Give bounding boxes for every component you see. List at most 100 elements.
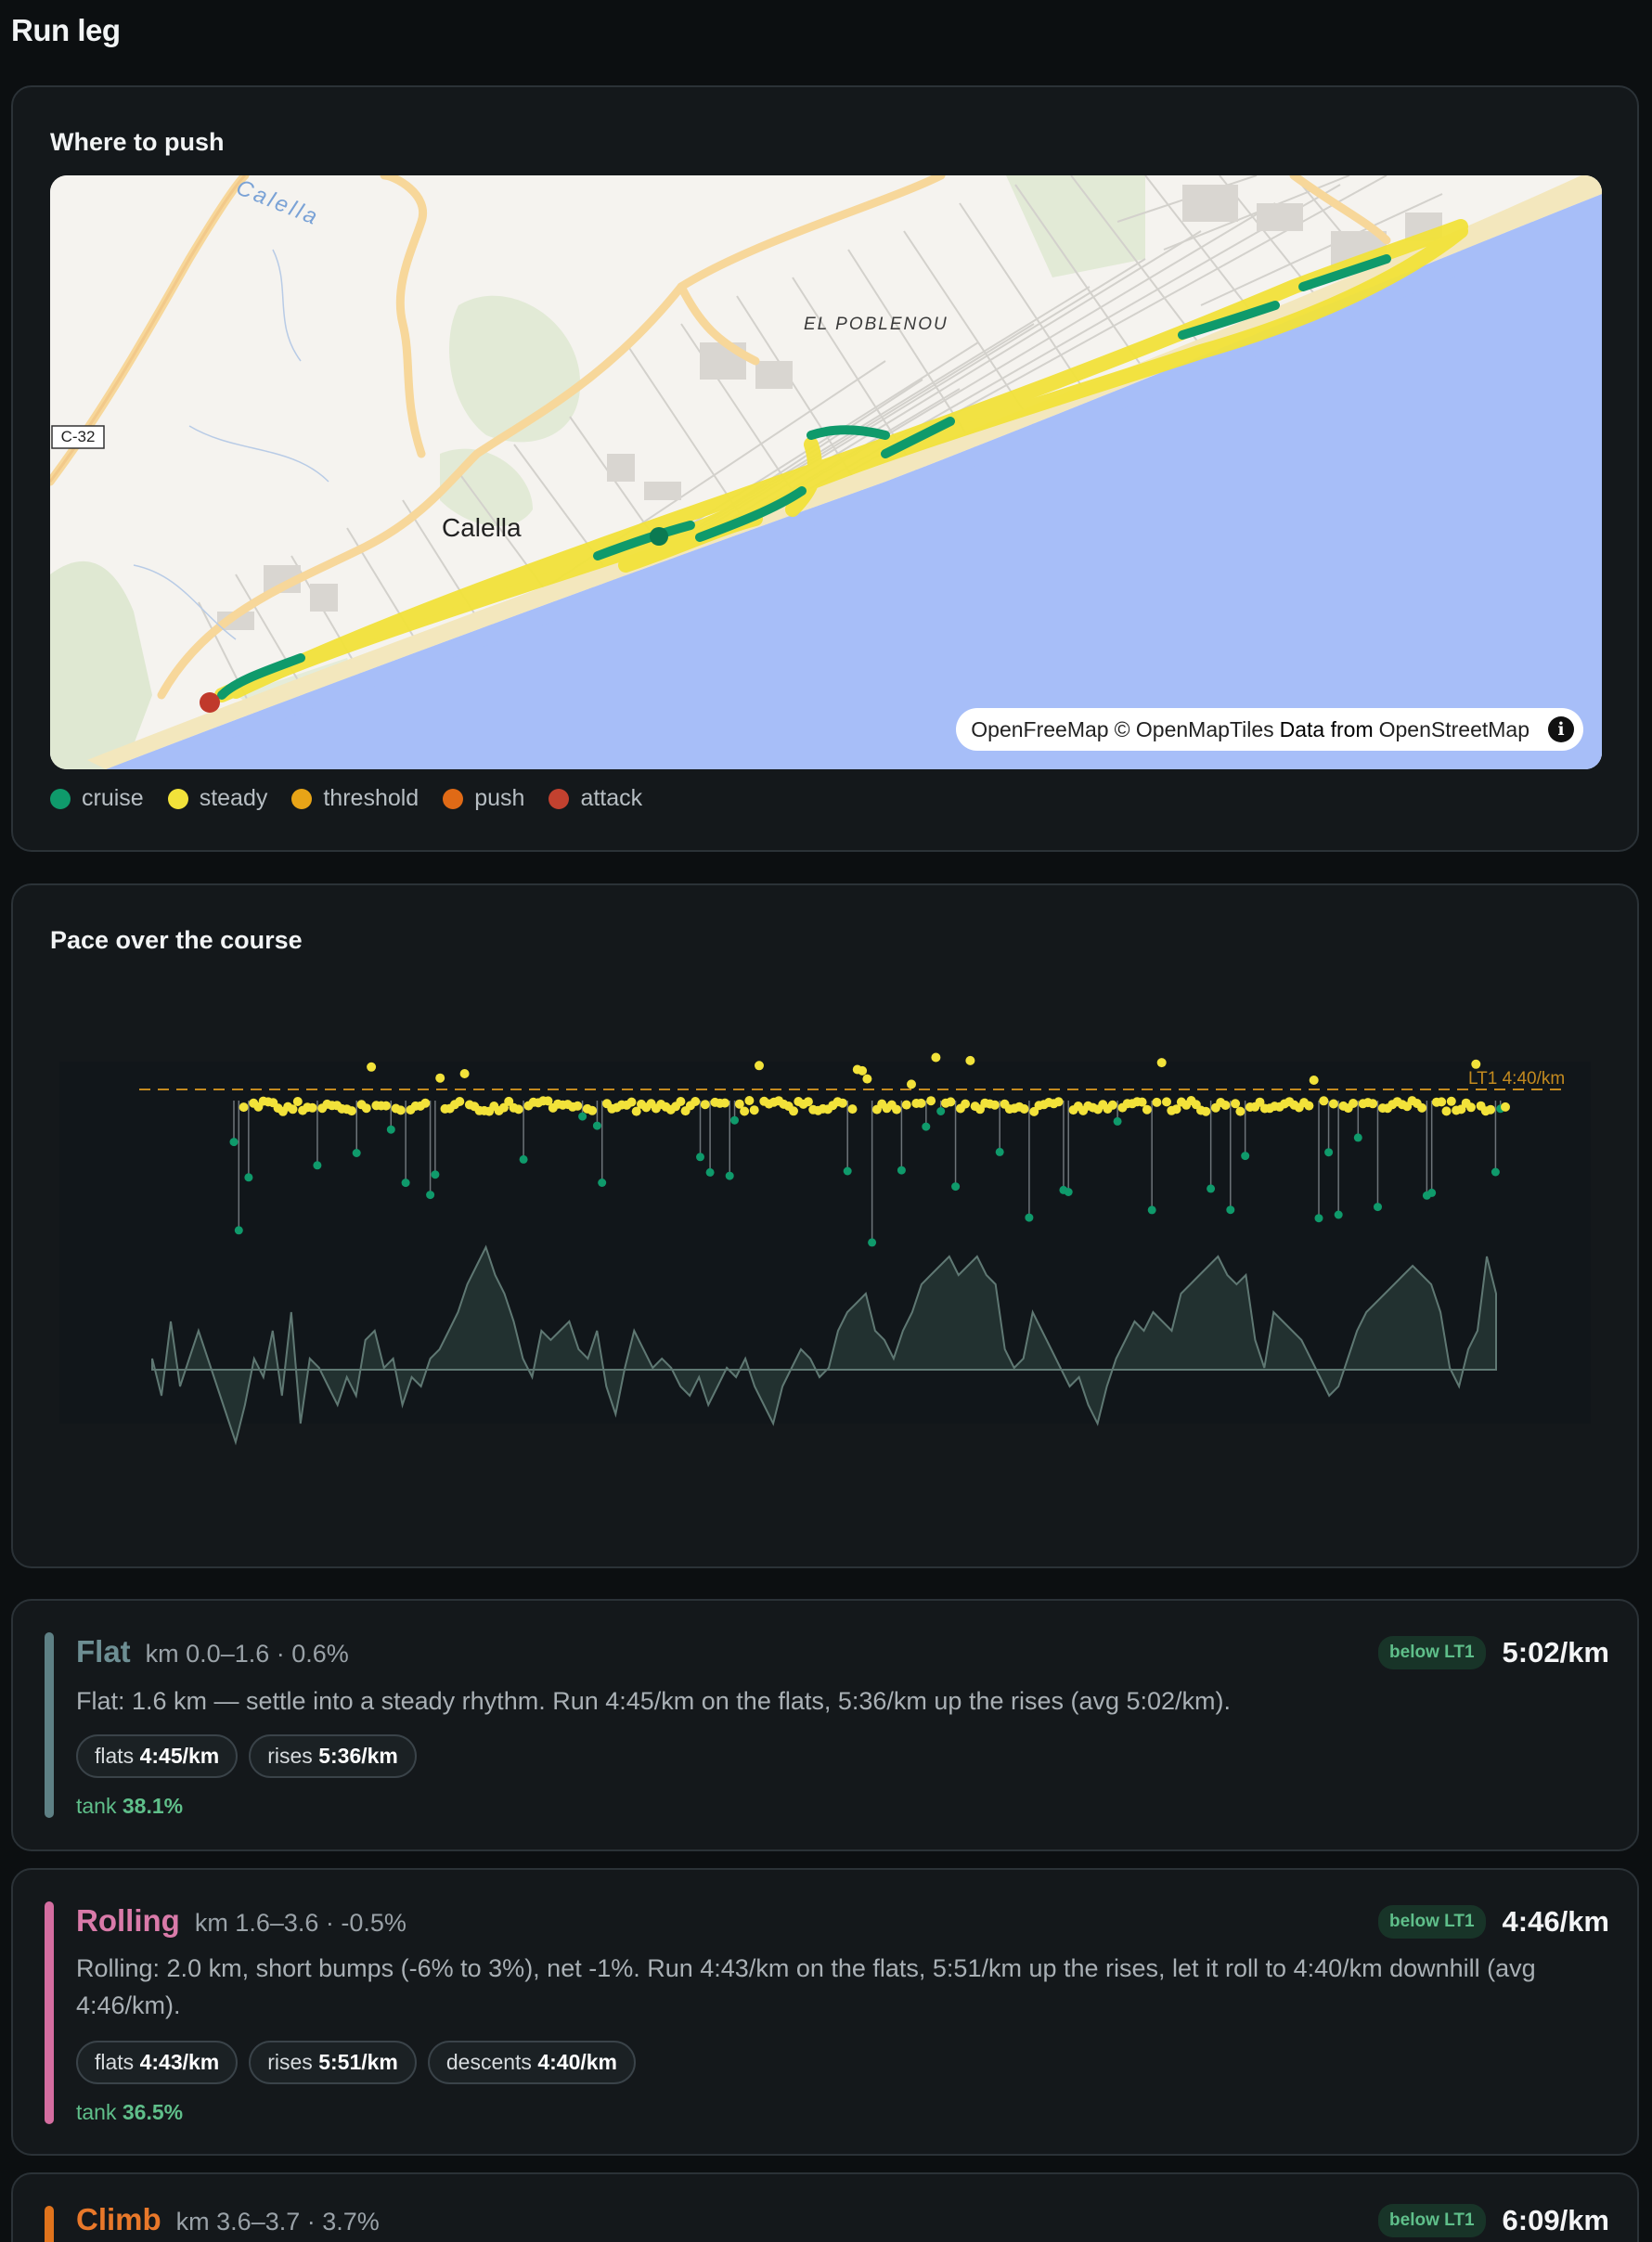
pace-dot <box>386 1125 395 1134</box>
tank-readout: tank 36.5% <box>76 2100 183 2125</box>
pace-dot <box>1201 1106 1211 1116</box>
pace-dot <box>1349 1099 1358 1108</box>
segment-card-climb[interactable]: Climb km 3.6–3.7 · 3.7% below LT1 6:09/k… <box>11 2172 1639 2242</box>
segment-name: Rolling <box>76 1903 180 1938</box>
pace-dot <box>1328 1099 1338 1109</box>
pace-dot <box>1107 1100 1117 1110</box>
segment-header: Flat km 0.0–1.6 · 0.6% <box>76 1634 349 1669</box>
pace-dot <box>598 1179 607 1187</box>
segment-summary: below LT1 6:09/km <box>1378 2204 1609 2237</box>
pace-dot <box>1142 1104 1152 1115</box>
legend-item-steady: steady <box>167 785 268 812</box>
segment-pace: 6:09/km <box>1502 2204 1609 2236</box>
pace-chart[interactable]: LT1 4:40/km <box>13 885 1641 1570</box>
chip-value: 5:51/km <box>318 2050 398 2074</box>
pace-dot <box>847 1104 858 1115</box>
tank-readout: tank 38.1% <box>76 1794 183 1819</box>
pace-dot <box>901 1100 911 1110</box>
pace-dot <box>401 1179 410 1188</box>
legend-label: steady <box>199 785 268 811</box>
pace-dot <box>1226 1205 1235 1215</box>
segment-card-flat[interactable]: Flat km 0.0–1.6 · 0.6% below LT1 5:02/km… <box>11 1599 1639 1851</box>
pace-dot <box>244 1173 253 1182</box>
pace-dot <box>1231 1099 1241 1109</box>
pace-dot <box>1427 1188 1437 1197</box>
segment-color-bar <box>45 1901 54 2124</box>
pace-dot <box>1437 1097 1447 1107</box>
pace-dot <box>868 1238 877 1247</box>
pace-dot <box>858 1065 868 1076</box>
pace-dot <box>897 1166 906 1175</box>
pace-dot <box>740 1106 750 1116</box>
chip-label: rises <box>267 2050 313 2074</box>
attribution-osm-link[interactable]: OpenStreetMap <box>1379 717 1529 742</box>
segment-summary: below LT1 5:02/km <box>1378 1636 1609 1669</box>
pace-dot <box>381 1101 391 1111</box>
route-map[interactable]: C-32 Calella EL POBLENOU Calella OpenFre… <box>50 175 1602 769</box>
pace-dot <box>513 1104 523 1115</box>
legend-label: push <box>474 785 525 811</box>
pace-dot <box>426 1191 435 1200</box>
pace-dot <box>690 1097 701 1106</box>
pace-dot <box>1220 1101 1231 1110</box>
pace-dot <box>1207 1184 1216 1193</box>
pace-dot <box>789 1106 798 1116</box>
pace-dot <box>1147 1205 1156 1215</box>
pace-dot <box>1241 1152 1250 1161</box>
legend-item-attack: attack <box>549 785 642 812</box>
pace-dot <box>730 1115 739 1125</box>
pace-dot <box>234 1226 243 1235</box>
tank-label: tank <box>76 2100 117 2124</box>
pace-dot <box>361 1103 371 1114</box>
chip-value: 4:45/km <box>139 1744 220 1768</box>
status-badge: below LT1 <box>1378 1905 1486 1939</box>
page-title: Run leg <box>11 13 121 47</box>
attribution-openfreemap-link[interactable]: OpenFreeMap <box>971 717 1108 742</box>
pace-dot <box>1501 1102 1510 1112</box>
segment-pace: 4:46/km <box>1502 1905 1609 1938</box>
pace-dot <box>696 1153 704 1162</box>
chip-value: 5:36/km <box>318 1744 398 1768</box>
chip-value: 4:40/km <box>537 2050 617 2074</box>
legend-dot-steady <box>167 788 188 809</box>
pace-dot <box>837 1098 847 1108</box>
chip-descents: descents 4:40/km <box>427 2041 636 2084</box>
segment-description: Rolling: 2.0 km, short bumps (-6% to 3%)… <box>76 1954 1536 2019</box>
pace-dot <box>292 1097 303 1106</box>
status-badge: below LT1 <box>1378 2204 1486 2237</box>
attribution-data-from: Data from <box>1279 716 1374 741</box>
pace-dot <box>1368 1099 1378 1109</box>
chip-rises: rises 5:36/km <box>249 1734 417 1778</box>
pace-dot <box>922 1122 931 1131</box>
segment-description: Flat: 1.6 km — settle into a steady rhyt… <box>76 1687 1232 1715</box>
map-canvas[interactable] <box>50 175 1602 769</box>
pace-dot <box>1064 1188 1073 1196</box>
pace-dot <box>519 1154 528 1164</box>
pace-dot <box>892 1104 902 1115</box>
chip-flats: flats 4:45/km <box>76 1734 239 1778</box>
pace-dot <box>907 1079 916 1089</box>
segment-card-rolling[interactable]: Rolling km 1.6–3.6 · -0.5% below LT1 4:4… <box>11 1868 1639 2156</box>
pace-dot <box>578 1112 587 1121</box>
status-badge: below LT1 <box>1378 1636 1486 1669</box>
attribution-openmaptiles-link[interactable]: © OpenMapTiles <box>1115 717 1274 742</box>
chip-label: flats <box>95 2050 135 2074</box>
pace-card: Pace over the course LT1 4:40/km <box>11 883 1639 1568</box>
pace-dot <box>1441 1106 1452 1116</box>
legend-label: threshold <box>323 785 419 811</box>
map-card: Where to push C-32 Calella EL POBLENOU C… <box>11 85 1639 852</box>
pace-dot <box>749 1105 759 1115</box>
pace-dot <box>931 1052 941 1063</box>
pace-dot <box>1446 1096 1456 1106</box>
pace-dot <box>951 1182 961 1192</box>
pace-dot <box>725 1171 734 1180</box>
pace-dot <box>803 1097 813 1107</box>
info-icon[interactable]: i <box>1548 716 1574 742</box>
district-label: EL POBLENOU <box>804 315 949 334</box>
chip-label: flats <box>95 1744 135 1768</box>
pace-dot <box>720 1098 729 1108</box>
pace-dot <box>455 1097 465 1106</box>
pace-dot <box>592 1121 601 1130</box>
pace-dot <box>626 1097 637 1107</box>
pace-dot <box>744 1096 755 1105</box>
